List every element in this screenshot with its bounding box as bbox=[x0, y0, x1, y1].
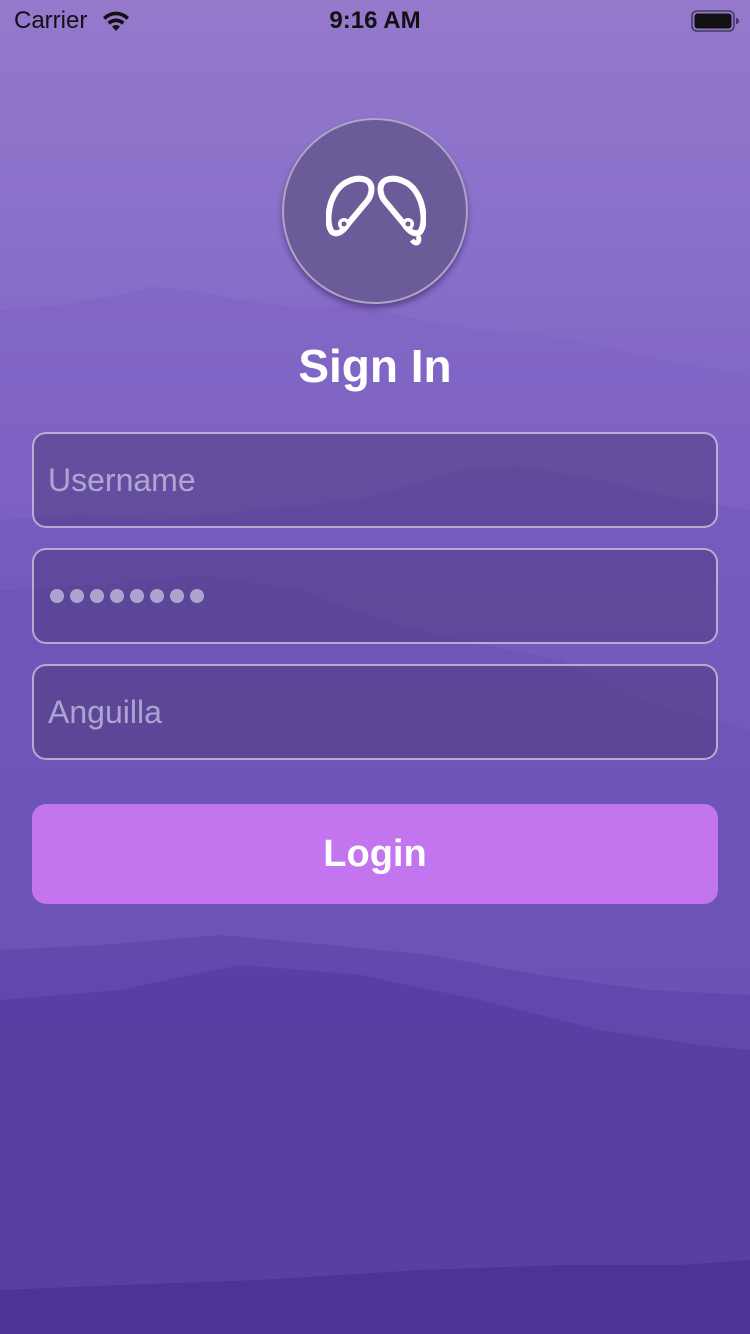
password-dot bbox=[170, 589, 184, 603]
password-dot bbox=[70, 589, 84, 603]
login-button[interactable]: Login bbox=[32, 804, 718, 904]
password-masked-value bbox=[50, 589, 204, 605]
page-title: Sign In bbox=[298, 340, 452, 392]
password-dot bbox=[130, 589, 144, 603]
app-logo bbox=[282, 118, 468, 304]
password-dot bbox=[90, 589, 104, 603]
password-dot bbox=[150, 589, 164, 603]
username-field[interactable] bbox=[32, 432, 718, 528]
country-field[interactable]: Anguilla bbox=[32, 664, 718, 760]
password-dot bbox=[50, 589, 64, 603]
password-dot bbox=[190, 589, 204, 603]
password-dot bbox=[110, 589, 124, 603]
password-field[interactable] bbox=[32, 548, 718, 644]
battery-icon bbox=[691, 10, 739, 32]
status-bar: Carrier 9:16 AM bbox=[0, 0, 750, 40]
sign-in-screen: Carrier 9:16 AM Sign In Anguil bbox=[0, 0, 750, 1334]
clock: 9:16 AM bbox=[329, 7, 421, 34]
earbuds-icon bbox=[326, 175, 426, 246]
username-input[interactable] bbox=[48, 434, 698, 526]
country-value: Anguilla bbox=[48, 694, 162, 730]
